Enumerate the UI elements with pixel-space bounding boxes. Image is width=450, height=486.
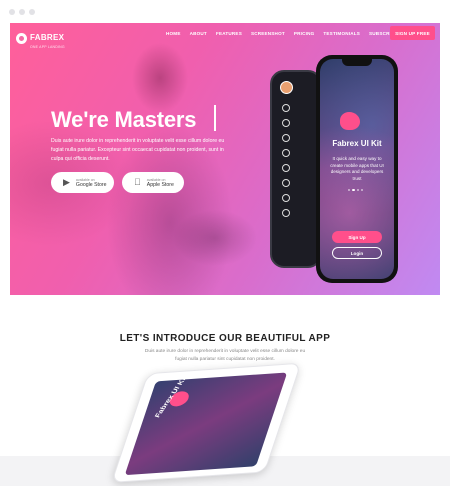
- tablet-body: Fabrex UI Kit: [111, 362, 302, 483]
- brand-name: FABREX: [30, 33, 65, 42]
- sidebar-icon: [282, 209, 290, 217]
- google-store-button[interactable]: ▶ available on Google Store: [51, 172, 114, 193]
- apple-store-big-text: Apple Store: [140, 181, 174, 188]
- window-controls: [9, 9, 35, 15]
- nav-pricing[interactable]: PRICING: [294, 31, 315, 36]
- app-logo-icon: [340, 112, 360, 130]
- avatar: [280, 81, 293, 94]
- phone-mockup-front: Fabrex UI Kit It quick and easy way to c…: [316, 55, 398, 283]
- nav-features[interactable]: FEATURES: [216, 31, 242, 36]
- carousel-dot[interactable]: [352, 189, 355, 191]
- carousel-dots[interactable]: [348, 189, 363, 191]
- phone-screen: Fabrex UI Kit It quick and easy way to c…: [320, 59, 394, 279]
- sidebar-icon: [282, 179, 290, 187]
- sidebar-icon: [282, 119, 290, 127]
- nav-testimonials[interactable]: TESTIMONIALS: [323, 31, 360, 36]
- nav-home[interactable]: HOME: [166, 31, 181, 36]
- phone-signup-button[interactable]: Sign Up: [332, 231, 382, 243]
- brand-logo[interactable]: FABREX ONE APP LANDING: [16, 27, 65, 49]
- typing-caret: [214, 105, 216, 131]
- carousel-dot[interactable]: [357, 189, 359, 191]
- phone-notch: [342, 59, 372, 66]
- carousel-dot[interactable]: [361, 189, 363, 191]
- nav-about[interactable]: ABOUT: [190, 31, 207, 36]
- phone-login-button[interactable]: Login: [332, 247, 382, 259]
- tablet-screen: Fabrex UI Kit: [124, 372, 288, 476]
- phone-sidebar-icons: [282, 104, 290, 217]
- window-dot[interactable]: [29, 9, 35, 15]
- sidebar-icon: [282, 134, 290, 142]
- hero-description: Duis aute irure dolor in reprehenderit i…: [51, 138, 225, 162]
- apple-store-button[interactable]:  available on Apple Store: [122, 172, 184, 193]
- phone-app-description: It quick and easy way to create mobile a…: [330, 156, 384, 181]
- sidebar-icon: [282, 164, 290, 172]
- apple-store-label: available on Apple Store: [147, 178, 174, 188]
- google-store-label: available on Google Store: [76, 178, 107, 188]
- sidebar-icon: [282, 149, 290, 157]
- phone-mockup-back: [270, 70, 322, 268]
- carousel-dot[interactable]: [348, 189, 350, 191]
- play-icon: ▶: [63, 177, 70, 187]
- signup-free-button[interactable]: SIGN UP FREE: [390, 26, 435, 40]
- nav-screenshot[interactable]: SCREENSHOT: [251, 31, 285, 36]
- logo-icon: [16, 32, 27, 44]
- navbar: FABREX ONE APP LANDING HOME ABOUT FEATUR…: [10, 23, 440, 49]
- tablet-mockup: Fabrex UI Kit: [78, 357, 328, 483]
- window-dot[interactable]: [9, 9, 15, 15]
- phone-app-title: Fabrex UI Kit: [332, 139, 382, 148]
- google-store-big-text: Google Store: [75, 181, 107, 188]
- sidebar-icon: [282, 194, 290, 202]
- hero-section: FABREX ONE APP LANDING HOME ABOUT FEATUR…: [10, 23, 440, 295]
- browser-window: FABREX ONE APP LANDING HOME ABOUT FEATUR…: [0, 0, 450, 483]
- apple-icon: : [134, 178, 141, 187]
- main-menu: HOME ABOUT FEATURES SCREENSHOT PRICING T…: [166, 31, 407, 36]
- logo-wordmark: FABREX ONE APP LANDING: [30, 27, 65, 50]
- window-dot[interactable]: [19, 9, 25, 15]
- hero-title: We're Masters: [51, 107, 197, 132]
- sidebar-icon: [282, 104, 290, 112]
- intro-title: LET'S INTRODUCE OUR BEAUTIFUL APP: [119, 333, 331, 344]
- brand-tagline: ONE APP LANDING: [30, 45, 65, 49]
